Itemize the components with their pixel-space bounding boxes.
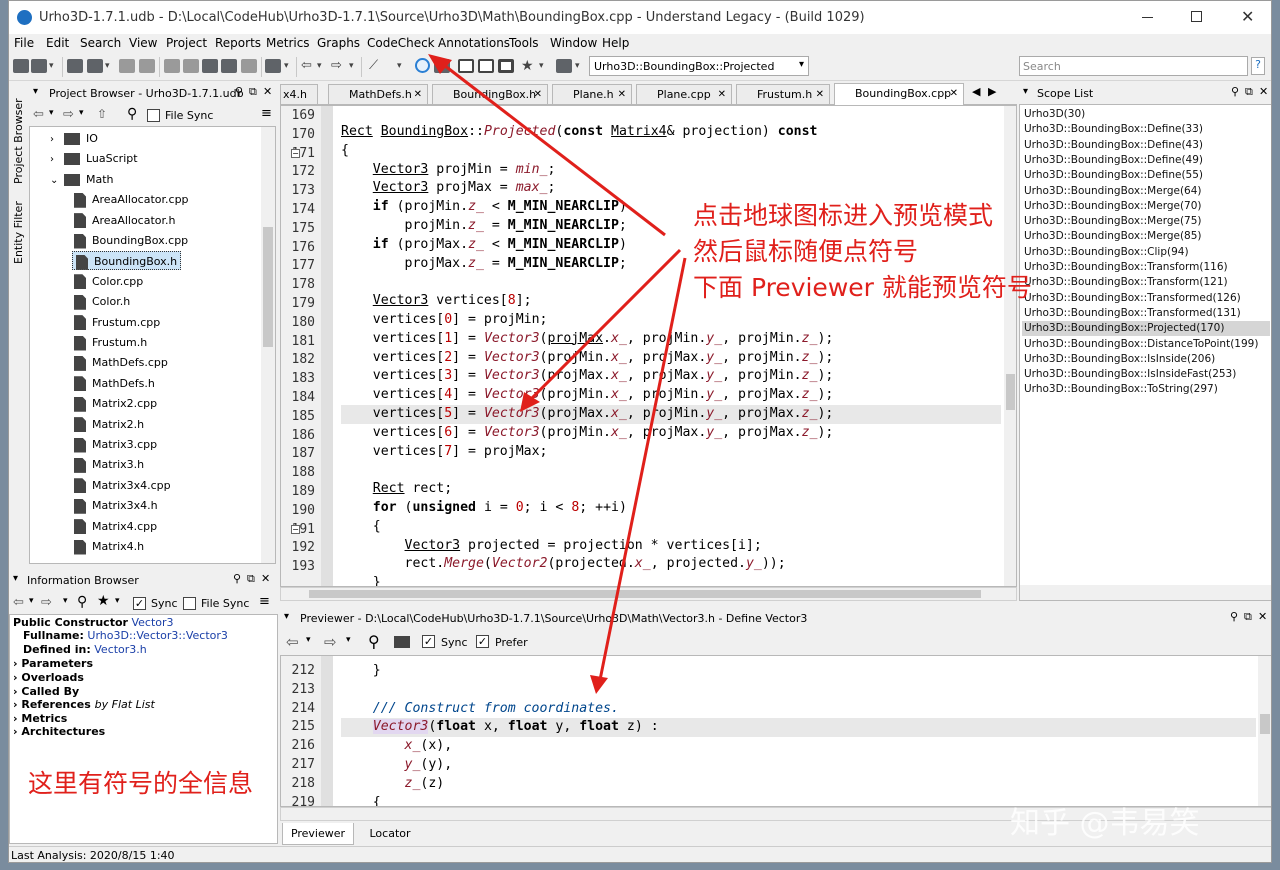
annotation-line-3: 下面 Previewer 就能预览符号 <box>693 273 1032 302</box>
annotation-line-2: 然后鼠标随便点符号 <box>693 237 919 266</box>
annotation-info: 这里有符号的全信息 <box>28 769 254 798</box>
annotation-arrows <box>428 54 687 694</box>
arrow-to-previewer <box>598 257 687 681</box>
arrowhead-previewer <box>590 675 608 694</box>
arrowhead-globe <box>428 54 452 74</box>
arrow-to-globe <box>439 60 666 237</box>
watermark: 知乎 @韦易笑 <box>1010 806 1200 841</box>
annotation-line-1: 点击地球图标进入预览模式 <box>693 201 994 230</box>
arrow-to-symbol <box>528 248 682 402</box>
